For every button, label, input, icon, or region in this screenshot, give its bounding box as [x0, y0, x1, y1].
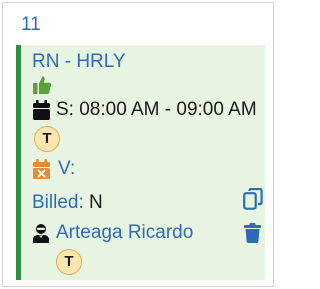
- copy-icon[interactable]: [243, 187, 263, 210]
- billed-row: Billed: N: [32, 191, 103, 215]
- employee-badge: T: [56, 249, 82, 275]
- v-label: V:: [58, 158, 76, 179]
- trash-icon[interactable]: [244, 223, 261, 243]
- day-number[interactable]: 11: [21, 14, 41, 36]
- status-badge: T: [34, 126, 60, 152]
- calendar-x-icon: [32, 159, 51, 179]
- shift-schedule: S: 08:00 AM - 09:00 AM: [56, 99, 257, 120]
- billed-label: Billed:: [32, 192, 84, 213]
- employee-name-link[interactable]: Arteaga Ricardo: [56, 221, 193, 245]
- thumbs-up-icon: [32, 75, 52, 95]
- person-icon: [32, 223, 50, 243]
- calendar-day-cell: 11 RN - HRLY S: 08:00 AM - 09:00 AM T V:…: [2, 2, 274, 287]
- calendar-icon: [32, 100, 51, 120]
- shift-card[interactable]: RN - HRLY S: 08:00 AM - 09:00 AM T V: Bi…: [16, 45, 265, 280]
- shift-code[interactable]: RN - HRLY: [32, 50, 126, 74]
- billed-value: N: [89, 192, 103, 213]
